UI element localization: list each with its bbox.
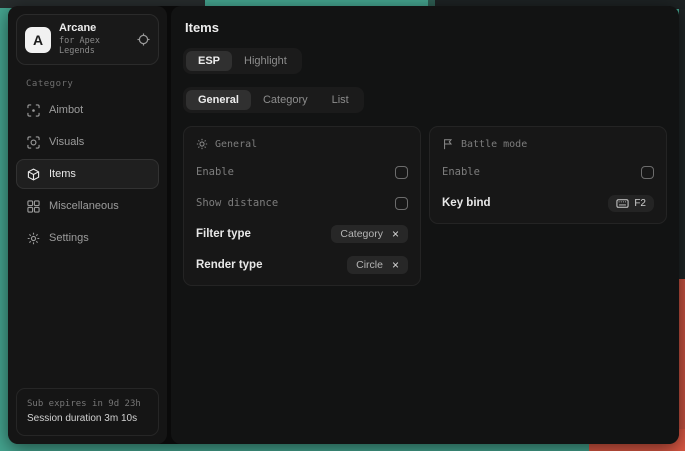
setting-label: Filter type <box>196 228 251 240</box>
brand-name: Arcane <box>59 22 129 36</box>
keyboard-icon <box>616 199 629 208</box>
sidebar-item-settings[interactable]: Settings <box>16 223 159 253</box>
game-background-red <box>679 279 685 429</box>
setting-label: Show distance <box>196 197 278 209</box>
sun-icon <box>196 138 208 150</box>
select-value: Category <box>340 228 383 240</box>
page-title: Items <box>185 20 667 35</box>
brand-card: A Arcane for Apex Legends <box>16 14 159 65</box>
tab-general[interactable]: General <box>186 90 251 110</box>
setting-label: Render type <box>196 259 262 271</box>
sidebar-item-label: Settings <box>49 232 89 244</box>
tab-list[interactable]: List <box>320 90 361 110</box>
sidebar-item-miscellaneous[interactable]: Miscellaneous <box>16 191 159 221</box>
battle-mode-card: Battle mode Enable Key bind <box>429 126 667 224</box>
settings-cards: General Enable Show distance Filter type… <box>183 126 667 286</box>
package-icon <box>26 167 40 181</box>
sidebar-item-label: Aimbot <box>49 104 83 116</box>
tab-highlight[interactable]: Highlight <box>232 51 299 71</box>
sidebar-nav: Aimbot Visuals <box>16 95 159 253</box>
render-type-select[interactable]: Circle × <box>347 256 408 274</box>
general-card: General Enable Show distance Filter type… <box>183 126 421 286</box>
keybind-button[interactable]: F2 <box>608 195 654 212</box>
category-section-label: Category <box>26 79 151 89</box>
filter-type-select[interactable]: Category × <box>331 225 408 243</box>
setting-row-key-bind: Key bind F2 <box>442 194 654 212</box>
general-card-header: General <box>196 138 408 150</box>
sidebar-item-visuals[interactable]: Visuals <box>16 127 159 157</box>
battle-mode-card-header: Battle mode <box>442 138 654 150</box>
session-duration-text: Session duration 3m 10s <box>27 411 148 427</box>
sidebar-item-label: Visuals <box>49 136 84 148</box>
crosshair-icon <box>26 103 40 117</box>
show-distance-checkbox[interactable] <box>395 197 408 210</box>
grid-icon <box>26 199 40 213</box>
sub-tabs: General Category List <box>183 87 364 113</box>
tab-category[interactable]: Category <box>251 90 320 110</box>
setting-label: Key bind <box>442 197 491 209</box>
enable-checkbox[interactable] <box>395 166 408 179</box>
setting-row-enable: Enable <box>196 163 408 181</box>
mode-tabs: ESP Highlight <box>183 48 302 74</box>
keybind-value: F2 <box>634 198 646 209</box>
card-title: Battle mode <box>461 139 527 150</box>
eye-icon <box>26 135 40 149</box>
sidebar-item-label: Miscellaneous <box>49 200 119 212</box>
sidebar-item-label: Items <box>49 168 76 180</box>
setting-row-filter-type: Filter type Category × <box>196 225 408 243</box>
sidebar-item-aimbot[interactable]: Aimbot <box>16 95 159 125</box>
cheat-menu-window: A Arcane for Apex Legends Category <box>8 6 679 444</box>
card-title: General <box>215 139 257 150</box>
subscription-info-card: Sub expires in 9d 23h Session duration 3… <box>16 388 159 436</box>
target-icon[interactable] <box>137 33 150 46</box>
flag-icon <box>442 138 454 150</box>
brand-subtitle: for Apex Legends <box>59 36 129 57</box>
sub-expires-text: Sub expires in 9d 23h <box>27 397 148 411</box>
setting-label: Enable <box>196 166 234 178</box>
brand-logo: A <box>25 27 51 53</box>
setting-label: Enable <box>442 166 480 178</box>
sidebar: A Arcane for Apex Legends Category <box>8 6 167 444</box>
setting-row-show-distance: Show distance <box>196 194 408 212</box>
clear-icon[interactable]: × <box>392 259 399 271</box>
select-value: Circle <box>356 259 383 271</box>
game-background-shade <box>679 9 685 279</box>
gear-icon <box>26 231 40 245</box>
battle-enable-checkbox[interactable] <box>641 166 654 179</box>
sidebar-item-items[interactable]: Items <box>16 159 159 189</box>
tab-esp[interactable]: ESP <box>186 51 232 71</box>
clear-icon[interactable]: × <box>392 228 399 240</box>
brand-text: Arcane for Apex Legends <box>59 22 129 57</box>
setting-row-enable: Enable <box>442 163 654 181</box>
setting-row-render-type: Render type Circle × <box>196 256 408 274</box>
main-panel: Items ESP Highlight General Category Lis… <box>171 6 679 444</box>
